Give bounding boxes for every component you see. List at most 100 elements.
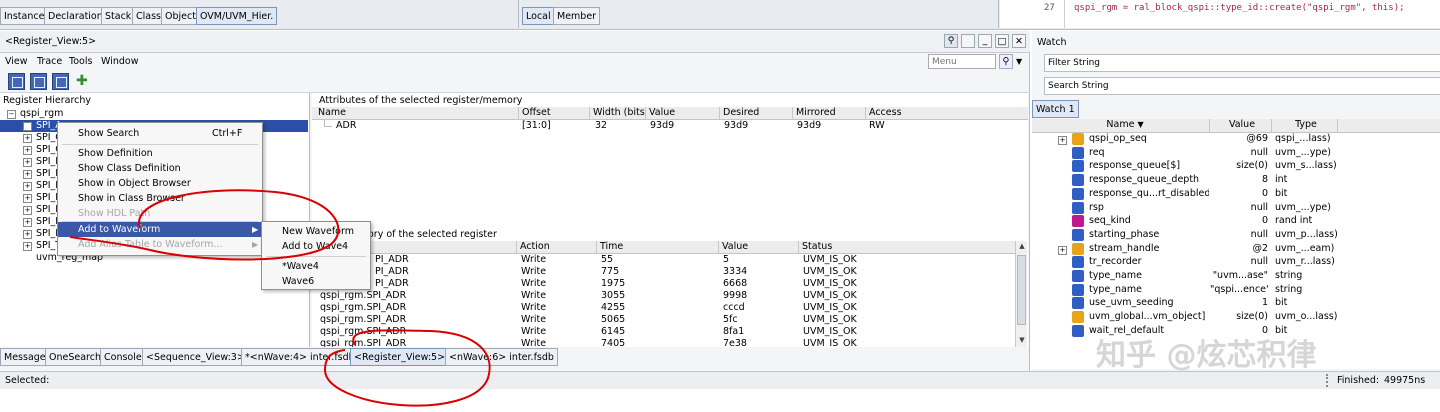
table-row[interactable]: PI_ADR Write 775 3334 UVM_IS_OK — [312, 266, 1015, 278]
watch-row[interactable]: response_qu...rt_disabled 0 bit — [1032, 187, 1440, 201]
tab-console[interactable]: Console — [100, 348, 146, 366]
tab-object[interactable]: Object — [161, 7, 200, 25]
menu-show-class-definition[interactable]: Show Class Definition — [58, 161, 262, 176]
table-row[interactable]: qspi_rgm.SPI_ADR Write 7405 7e38 UVM_IS_OK — [312, 338, 1015, 347]
scroll-thumb[interactable] — [1017, 255, 1026, 325]
layout-1-icon[interactable] — [8, 73, 25, 90]
col-name[interactable]: Name — [315, 107, 519, 119]
menu-add-to-waveform[interactable]: Add to Waveform ▶ — [58, 222, 262, 237]
tab-register-view[interactable]: <Register_View:5> — [350, 348, 450, 366]
expand-icon[interactable]: + — [23, 206, 32, 215]
undock-icon[interactable] — [961, 34, 975, 48]
expand-icon[interactable]: + — [23, 158, 32, 167]
watch-row[interactable]: type_name "qspi...ence" string — [1032, 283, 1440, 297]
tab-nwave-4[interactable]: *<nWave:4> inter.fsdb — [241, 348, 359, 366]
table-row[interactable]: qspi_rgm.SPI_ADR Write 6145 8fa1 UVM_IS_OK — [312, 326, 1015, 338]
watch-row[interactable]: starting_phase null uvm_p...lass) — [1032, 228, 1440, 242]
layout-3-icon[interactable] — [52, 73, 69, 90]
submenu-wave4[interactable]: *Wave4 — [262, 259, 370, 274]
watch-type: uvm_...eam) — [1275, 242, 1335, 254]
expand-icon[interactable]: + — [1058, 136, 1067, 145]
col-offset[interactable]: Offset — [519, 107, 590, 119]
watch-row[interactable]: uvm_global...vm_object] size(0) uvm_o...la… — [1032, 311, 1440, 324]
watch-row[interactable]: req null uvm_...ype) — [1032, 146, 1440, 160]
filter-string-input[interactable] — [1044, 54, 1440, 72]
table-row[interactable]: qspi_rgm.SPI_ADR Write 5065 5fc UVM_IS_OK — [312, 314, 1015, 326]
col-type[interactable]: Type — [1272, 119, 1338, 132]
col-access[interactable]: Access — [866, 107, 1028, 119]
tab-instance[interactable]: Instance — [0, 7, 49, 25]
menu-view[interactable]: View — [5, 56, 28, 67]
table-row[interactable]: ADR [31:0] 32 93d9 93d9 93d9 RW — [312, 120, 1028, 132]
col-time[interactable]: Time — [597, 241, 719, 253]
expand-icon[interactable]: + — [23, 146, 32, 155]
col-mirrored[interactable]: Mirrored — [793, 107, 866, 119]
col-value[interactable]: Value — [1210, 119, 1272, 132]
collapse-icon[interactable]: − — [7, 110, 16, 119]
menu-show-in-object-browser[interactable]: Show in Object Browser — [58, 176, 262, 191]
tab-message[interactable]: Message — [0, 348, 50, 366]
watch-row[interactable]: response_queue[$] size(0) uvm_s...lass) — [1032, 160, 1440, 173]
watch-row[interactable]: + qspi_op_seq @69 qspi_...lass) — [1032, 133, 1440, 146]
tab-sequence-view[interactable]: <Sequence_View:3> — [142, 348, 249, 366]
menu-show-definition[interactable]: Show Definition — [58, 146, 262, 161]
col-desired[interactable]: Desired — [720, 107, 793, 119]
expand-icon[interactable]: + — [1058, 245, 1067, 255]
watch-row[interactable]: + stream_handle @2 uvm_...eam) — [1032, 242, 1440, 256]
tab-stack[interactable]: Stack — [101, 7, 136, 25]
tab-declaration[interactable]: Declaration — [44, 7, 107, 25]
table-row[interactable]: qspi_rgm.SPI_ADR Write 4255 cccd UVM_IS_OK — [312, 302, 1015, 314]
menu-window[interactable]: Window — [101, 56, 138, 67]
add-arrow-icon[interactable]: ✚ — [76, 72, 92, 90]
col-name[interactable]: Name ▼ — [1038, 119, 1210, 132]
watch-row[interactable]: seq_kind 0 rand int — [1032, 215, 1440, 228]
expand-icon[interactable]: + — [23, 134, 32, 143]
watch-row[interactable]: rsp null uvm_...ype) — [1032, 201, 1440, 215]
col-status[interactable]: Status — [799, 241, 1015, 253]
expand-icon[interactable]: + — [23, 194, 32, 203]
maximize-icon[interactable]: □ — [995, 34, 1009, 48]
expand-icon[interactable]: + — [23, 182, 32, 191]
scroll-down-icon[interactable]: ▼ — [1017, 335, 1027, 346]
col-width[interactable]: Width (bits) — [590, 107, 646, 119]
watch-row[interactable]: response_queue_depth 8 int — [1032, 174, 1440, 187]
watch-row[interactable]: tr_recorder null uvm_r...lass) — [1032, 256, 1440, 269]
menu-tools[interactable]: Tools — [69, 56, 92, 67]
layout-2-icon[interactable] — [30, 73, 47, 90]
expand-icon[interactable]: + — [23, 230, 32, 239]
tree-root[interactable]: − qspi_rgm — [0, 108, 308, 120]
tab-local[interactable]: Local — [522, 7, 555, 25]
tab-onesearch[interactable]: OneSearch — [45, 348, 105, 366]
close-icon[interactable]: ✕ — [1012, 34, 1026, 48]
tab-watch-1[interactable]: Watch 1 — [1032, 100, 1079, 118]
menu-show-search[interactable]: Show Search Ctrl+F — [58, 126, 262, 141]
submenu-add-to-wave4[interactable]: Add to Wave4 — [262, 239, 370, 254]
minimize-icon[interactable]: _ — [978, 34, 992, 48]
tab-ovm-uvm-hier[interactable]: OVM/UVM_Hier. — [196, 7, 278, 25]
expand-icon[interactable]: + — [23, 218, 32, 227]
tab-member[interactable]: Member — [553, 7, 601, 25]
col-value[interactable]: Value — [719, 241, 799, 253]
menu-show-in-class-browser[interactable]: Show in Class Browser — [58, 191, 262, 206]
search-icon[interactable]: ⚲ — [999, 54, 1013, 69]
expand-icon[interactable]: + — [23, 242, 32, 251]
submenu-wave6[interactable]: Wave6 — [262, 274, 370, 289]
col-action[interactable]: Action — [517, 241, 597, 253]
scroll-up-icon[interactable]: ▲ — [1017, 241, 1027, 252]
col-value[interactable]: Value — [646, 107, 720, 119]
submenu-new-waveform[interactable]: New Waveform — [262, 224, 370, 239]
table-row[interactable]: qspi_rgm.SPI_ADR Write 3055 9998 UVM_IS_OK — [312, 290, 1015, 302]
watch-row[interactable]: type_name "uvm...ase" string — [1032, 270, 1440, 283]
search-string-input[interactable] — [1044, 77, 1440, 95]
menu-trace[interactable]: Trace — [37, 56, 62, 67]
table-row[interactable]: PI_ADR Write 1975 6668 UVM_IS_OK — [312, 278, 1015, 290]
watch-row[interactable]: use_uvm_seeding 1 bit — [1032, 297, 1440, 310]
expand-icon[interactable]: + — [23, 122, 32, 131]
table-row[interactable]: PI_ADR Write 55 5 UVM_IS_OK — [312, 254, 1015, 266]
history-scrollbar[interactable]: ▲ ▼ — [1015, 241, 1027, 347]
menu-search-input[interactable] — [928, 54, 996, 69]
pin-icon[interactable]: ⚲ — [944, 34, 958, 48]
expand-icon[interactable]: + — [23, 170, 32, 179]
chevron-down-icon[interactable]: ▼ — [1016, 57, 1025, 66]
tab-nwave-6[interactable]: <nWave:6> inter.fsdb — [445, 348, 558, 366]
